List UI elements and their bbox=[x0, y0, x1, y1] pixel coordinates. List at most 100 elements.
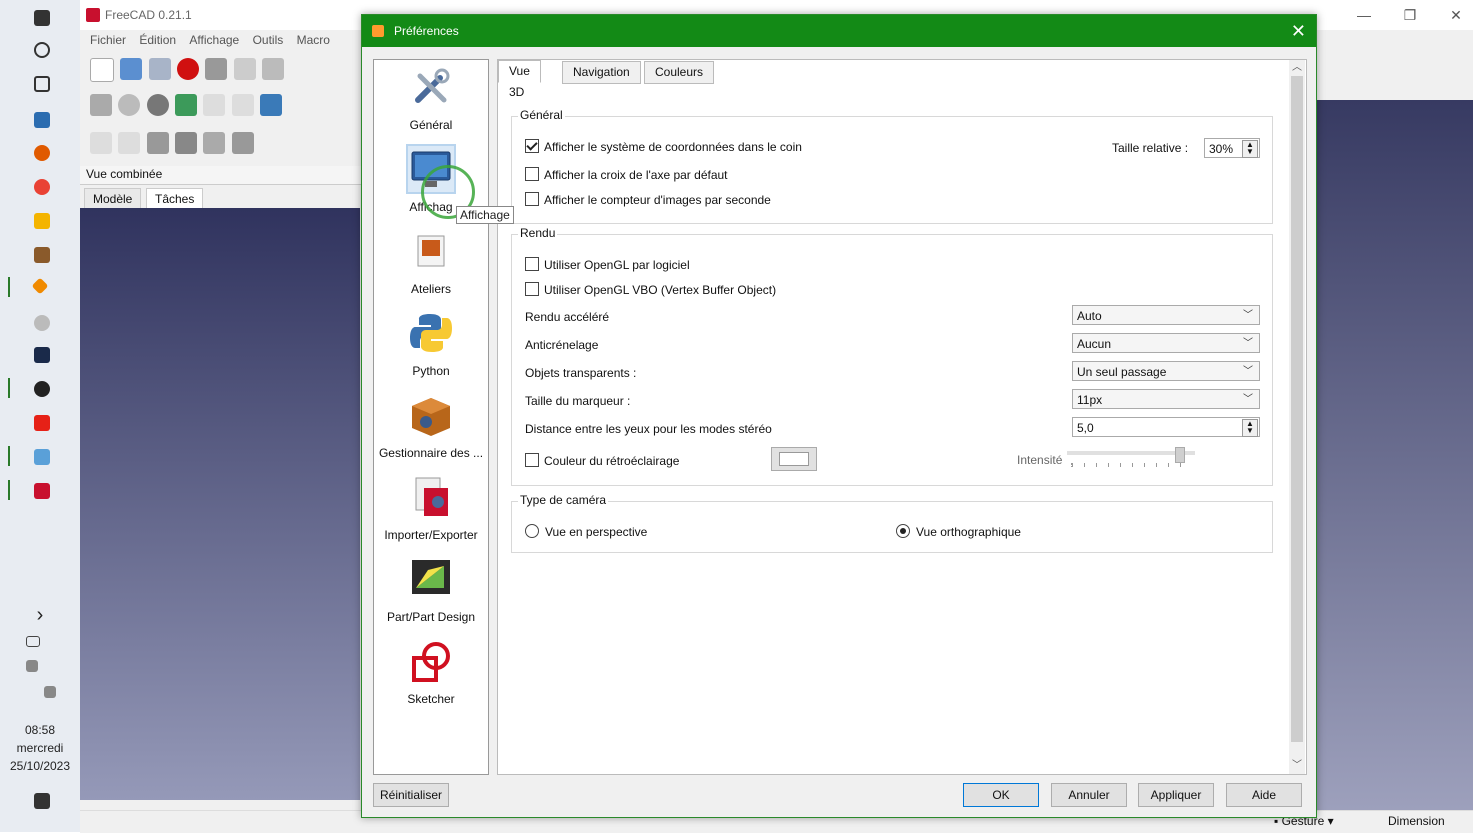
scroll-up-icon[interactable]: ︿ bbox=[1289, 60, 1305, 76]
edit-macro-icon[interactable] bbox=[233, 58, 256, 80]
transparent-objects-select[interactable]: Un seul passage ﹀ bbox=[1072, 361, 1260, 381]
perspective-radio-button[interactable] bbox=[525, 524, 539, 538]
network-icon[interactable] bbox=[26, 660, 38, 672]
restore-icon[interactable]: ❐ bbox=[1390, 4, 1430, 26]
zoom-icon[interactable] bbox=[118, 94, 141, 116]
close-window-icon[interactable]: ✕ bbox=[1436, 4, 1473, 26]
redo-icon[interactable] bbox=[118, 132, 141, 154]
app-k-icon[interactable] bbox=[34, 112, 50, 128]
vertical-scrollbar[interactable]: ︿ ﹀ bbox=[1289, 60, 1305, 774]
new-document-icon[interactable] bbox=[90, 58, 114, 82]
backlight-color-button[interactable] bbox=[771, 447, 817, 471]
spin-arrows-icon[interactable]: ▲ ▼ bbox=[1242, 140, 1258, 158]
freecad-taskbar-icon[interactable] bbox=[34, 483, 50, 499]
workbench-selector-icon[interactable] bbox=[260, 94, 283, 116]
scroll-down-icon[interactable]: ﹀ bbox=[1289, 758, 1305, 774]
tab-couleurs[interactable]: Couleurs bbox=[644, 61, 715, 84]
opengl-vbo-checkbox[interactable]: Utiliser OpenGL VBO (Vertex Buffer Objec… bbox=[525, 282, 776, 297]
perspective-radio[interactable]: Vue en perspective bbox=[525, 524, 647, 539]
refresh-icon[interactable] bbox=[146, 132, 169, 154]
software-opengl-box[interactable] bbox=[525, 257, 539, 271]
tab-vue-3d[interactable]: Vue 3D bbox=[498, 60, 541, 99]
open-folder-icon[interactable] bbox=[120, 58, 143, 80]
page-sketcher[interactable]: Sketcher bbox=[374, 634, 488, 714]
app-network-icon[interactable] bbox=[34, 449, 50, 465]
menu-edition[interactable]: Édition bbox=[139, 30, 176, 50]
app-dark-icon[interactable] bbox=[34, 347, 50, 363]
ok-button[interactable]: OK bbox=[963, 783, 1039, 807]
show-coords-checkbox[interactable]: Afficher le système de coordonnées dans … bbox=[525, 139, 802, 154]
save-icon[interactable] bbox=[148, 58, 171, 80]
tab-navigation[interactable]: Navigation bbox=[562, 61, 641, 84]
menu-macro[interactable]: Macro bbox=[297, 30, 330, 50]
file-explorer-icon[interactable] bbox=[34, 213, 50, 229]
app-search-orange-icon[interactable] bbox=[34, 145, 50, 161]
reset-button[interactable]: Réinitialiser bbox=[373, 783, 449, 807]
clock-time[interactable]: 08:58 bbox=[0, 723, 80, 737]
run-macro-icon[interactable] bbox=[262, 58, 285, 80]
part-box-icon[interactable] bbox=[175, 132, 198, 154]
show-coords-box[interactable] bbox=[525, 139, 539, 153]
apply-button[interactable]: Appliquer bbox=[1138, 783, 1214, 807]
clock-day[interactable]: mercredi bbox=[0, 741, 80, 755]
opengl-vbo-box[interactable] bbox=[525, 282, 539, 296]
task-view-icon[interactable] bbox=[34, 76, 50, 92]
undo-icon[interactable] bbox=[90, 132, 112, 154]
minimize-icon[interactable]: — bbox=[1344, 4, 1384, 26]
antialias-select[interactable]: Aucun ﹀ bbox=[1072, 333, 1260, 353]
show-fps-box[interactable] bbox=[525, 192, 539, 206]
record-macro-icon[interactable] bbox=[177, 58, 200, 80]
cancel-button[interactable]: Annuler bbox=[1051, 783, 1127, 807]
help-button[interactable]: Aide bbox=[1226, 783, 1302, 807]
eye-distance-spinbox[interactable]: 5,0 ▲ ▼ bbox=[1072, 417, 1260, 437]
app-orange-icon[interactable] bbox=[31, 277, 49, 295]
view-box-icon[interactable] bbox=[175, 94, 198, 116]
notifications-icon[interactable] bbox=[34, 793, 50, 809]
zoom-box-icon[interactable] bbox=[90, 94, 112, 116]
menu-outils[interactable]: Outils bbox=[253, 30, 284, 50]
backlight-box[interactable] bbox=[525, 453, 539, 467]
intensity-slider[interactable] bbox=[1067, 447, 1195, 471]
app-x-icon[interactable] bbox=[34, 381, 50, 397]
clock-date[interactable]: 25/10/2023 bbox=[0, 759, 80, 773]
dimension-label[interactable]: Dimension bbox=[1388, 814, 1445, 828]
page-import-export[interactable]: Importer/Exporter bbox=[374, 470, 488, 550]
relative-size-spinbox[interactable]: 30% ▲ ▼ bbox=[1204, 138, 1260, 158]
link-icon[interactable] bbox=[203, 132, 226, 154]
scrollbar-thumb[interactable] bbox=[1291, 76, 1303, 742]
page-workbenches[interactable]: Ateliers bbox=[374, 224, 488, 304]
marker-size-select[interactable]: 11px ﹀ bbox=[1072, 389, 1260, 409]
expand-chevron-icon[interactable]: › bbox=[0, 604, 80, 627]
import-icon[interactable] bbox=[231, 132, 254, 154]
draw-style-icon[interactable] bbox=[146, 94, 169, 116]
youtube-icon[interactable] bbox=[34, 415, 50, 431]
orthographic-radio-button[interactable] bbox=[896, 524, 910, 538]
stop-macro-icon[interactable] bbox=[205, 58, 228, 80]
page-python[interactable]: Python bbox=[374, 306, 488, 386]
library-icon[interactable] bbox=[34, 247, 50, 263]
software-opengl-checkbox[interactable]: Utiliser OpenGL par logiciel bbox=[525, 257, 690, 272]
orthographic-radio[interactable]: Vue orthographique bbox=[896, 524, 1021, 539]
arrow-forward-icon[interactable] bbox=[231, 94, 254, 116]
menu-fichier[interactable]: Fichier bbox=[90, 30, 126, 50]
show-axis-cross-box[interactable] bbox=[525, 167, 539, 181]
page-general[interactable]: Général bbox=[374, 60, 488, 140]
3d-viewport[interactable] bbox=[1315, 100, 1473, 810]
show-axis-cross-checkbox[interactable]: Afficher la croix de l'axe par défaut bbox=[525, 167, 728, 182]
start-icon[interactable] bbox=[34, 10, 50, 26]
app-grey-icon[interactable] bbox=[34, 315, 50, 331]
page-addon-manager[interactable]: Gestionnaire des ... bbox=[374, 388, 488, 468]
tab-modele[interactable]: Modèle bbox=[84, 188, 142, 210]
backlight-checkbox[interactable]: Couleur du rétroéclairage bbox=[525, 453, 679, 468]
menu-affichage[interactable]: Affichage bbox=[189, 30, 239, 50]
arrow-back-icon[interactable] bbox=[203, 94, 226, 116]
spin-arrows-icon[interactable]: ▲ ▼ bbox=[1242, 419, 1258, 437]
search-icon[interactable] bbox=[34, 42, 50, 58]
volume-icon[interactable] bbox=[44, 686, 56, 698]
show-fps-checkbox[interactable]: Afficher le compteur d'images par second… bbox=[525, 192, 771, 207]
page-part-design[interactable]: Part/Part Design bbox=[374, 552, 488, 632]
accelerated-render-select[interactable]: Auto ﹀ bbox=[1072, 305, 1260, 325]
chrome-icon[interactable] bbox=[34, 179, 50, 195]
slider-handle[interactable] bbox=[1175, 447, 1185, 463]
close-icon[interactable]: ✕ bbox=[1291, 20, 1306, 42]
